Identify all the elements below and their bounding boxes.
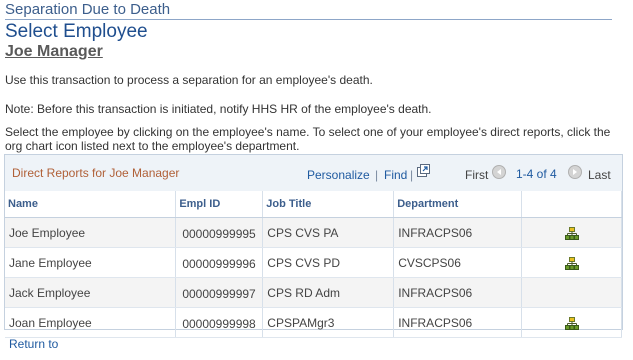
table-row: Joan Employee 00000999998 CPSPAMgr3 INFR… xyxy=(5,307,622,338)
department: INFRACPS06 xyxy=(393,307,523,338)
last-label: Last xyxy=(588,168,611,182)
employee-name-link[interactable]: Jane Employee xyxy=(5,247,177,278)
table-row: Joe Employee 00000999995 CPS CVS PA INFR… xyxy=(5,217,622,248)
table-row: Jack Employee 00000999997 CPS RD Adm INF… xyxy=(5,277,622,308)
selection-instructions: Select the employee by clicking on the e… xyxy=(5,125,611,153)
job-title: CPS CVS PA xyxy=(262,217,395,248)
org-chart-icon[interactable] xyxy=(564,316,579,330)
department: CVSCPS06 xyxy=(393,247,523,278)
org-chart-cell xyxy=(521,277,622,308)
column-header-name[interactable]: Name xyxy=(5,191,177,218)
previous-arrow-icon[interactable] xyxy=(492,165,506,179)
org-chart-cell xyxy=(521,217,622,248)
direct-reports-table: Name Empl ID Job Title Department Joe Em… xyxy=(5,191,622,338)
column-header-department[interactable]: Department xyxy=(393,191,523,218)
empl-id: 00000999998 xyxy=(175,307,264,338)
next-arrow-icon[interactable] xyxy=(568,165,582,179)
view-all-icon[interactable] xyxy=(417,164,431,178)
grid-title: Direct Reports for Joe Manager xyxy=(12,166,180,180)
empl-id: 00000999997 xyxy=(175,277,264,308)
org-chart-icon[interactable] xyxy=(564,256,579,270)
job-title: CPS RD Adm xyxy=(262,277,395,308)
note-text: Note: Before this transaction is initiat… xyxy=(5,102,432,116)
column-header-empl-id[interactable]: Empl ID xyxy=(175,191,264,218)
separator: | xyxy=(410,168,414,182)
personalize-link[interactable]: Personalize xyxy=(307,168,370,182)
job-title: CPS CVS PD xyxy=(262,247,395,278)
first-label: First xyxy=(465,168,489,182)
breadcrumb-title: Separation Due to Death xyxy=(5,1,171,18)
column-header-org-chart xyxy=(521,191,622,218)
org-chart-cell xyxy=(521,247,622,278)
row-range: 1-4 of 4 xyxy=(516,167,557,181)
job-title: CPSPAMgr3 xyxy=(262,307,395,338)
title-divider xyxy=(5,19,612,20)
employee-name-link[interactable]: Jack Employee xyxy=(5,277,177,308)
page-title: Select Employee xyxy=(5,21,148,42)
find-link[interactable]: Find xyxy=(384,168,407,182)
table-row: Jane Employee 00000999996 CPS CVS PD CVS… xyxy=(5,247,622,278)
empl-id: 00000999995 xyxy=(175,217,264,248)
table-header-row: Name Empl ID Job Title Department xyxy=(5,191,622,218)
separator: | xyxy=(375,168,379,182)
org-chart-cell xyxy=(521,307,622,338)
direct-reports-grid: Direct Reports for Joe Manager Personali… xyxy=(4,154,623,338)
column-header-job-title[interactable]: Job Title xyxy=(262,191,395,218)
manager-name: Joe Manager xyxy=(5,43,103,60)
instruction-text: Use this transaction to process a separa… xyxy=(5,73,373,87)
empl-id: 00000999996 xyxy=(175,247,264,278)
employee-name-link[interactable]: Joan Employee xyxy=(5,307,177,338)
employee-name-link[interactable]: Joe Employee xyxy=(5,217,177,248)
grid-header: Direct Reports for Joe Manager Personali… xyxy=(5,155,622,191)
department: INFRACPS06 xyxy=(393,277,523,308)
return-to-link[interactable]: Return to xyxy=(9,337,58,351)
department: INFRACPS06 xyxy=(393,217,523,248)
org-chart-icon[interactable] xyxy=(564,226,579,240)
